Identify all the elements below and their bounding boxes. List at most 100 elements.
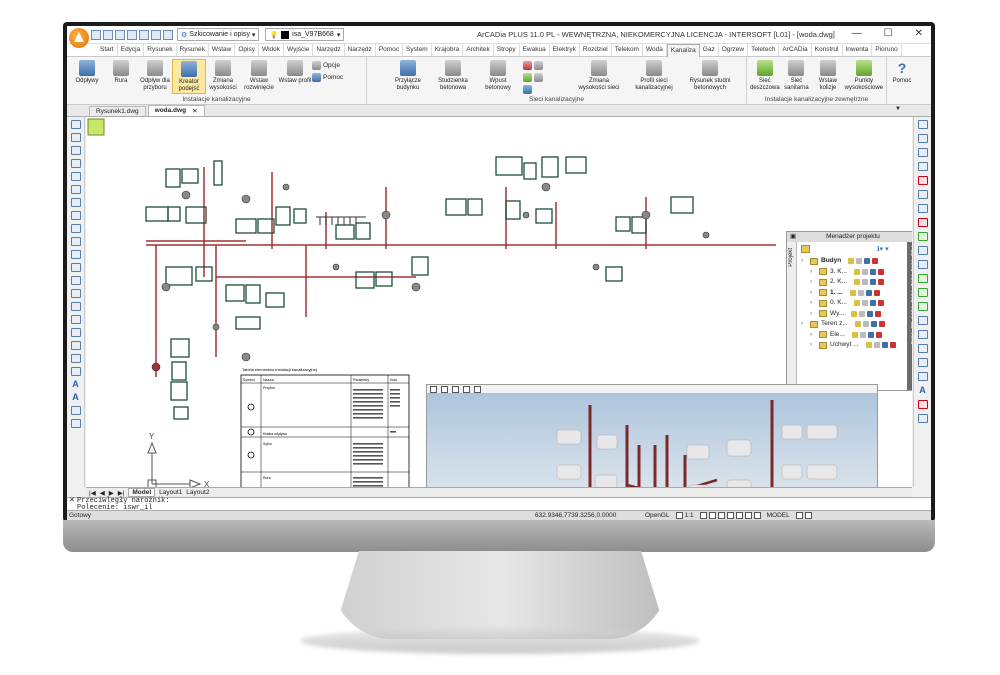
snap-icon[interactable]	[699, 512, 707, 519]
menu-tab-narzędz[interactable]: Narzędz	[313, 44, 345, 56]
panel-side-tab[interactable]: R...4	[909, 307, 912, 319]
panel-side-tab[interactable]: R...2	[909, 275, 912, 287]
rotate-tool-icon[interactable]	[917, 190, 928, 199]
match-props-tool-icon[interactable]	[917, 414, 928, 423]
tree-node[interactable]: › Uchwyt ...	[801, 340, 896, 351]
minimize-button[interactable]: —	[852, 28, 862, 39]
tree-node[interactable]: › 0. K...	[801, 298, 896, 309]
menu-tab-ogrzew[interactable]: Ogrzew	[719, 44, 749, 56]
text-tool-icon[interactable]: A	[71, 380, 81, 389]
polyline-tool-icon[interactable]	[70, 133, 81, 142]
menu-tab-wstaw[interactable]: Wstaw	[209, 44, 236, 56]
close-icon[interactable]: ✕	[69, 497, 75, 505]
save-as-icon[interactable]	[127, 29, 137, 40]
doc-tab-rysunek1[interactable]: Rysunek1.dwg	[89, 106, 146, 116]
menu-tab-woda[interactable]: Woda	[643, 44, 667, 56]
close-button[interactable]: ✕	[915, 28, 923, 39]
ellipse-tool-icon[interactable]	[70, 211, 81, 220]
visibility-toggles[interactable]	[851, 331, 882, 338]
info-dropdown-icon[interactable]: ℹ▾ ▾	[877, 245, 889, 253]
redo-icon[interactable]	[163, 29, 173, 40]
scale-readout[interactable]: 1:1	[685, 512, 694, 519]
line-tool-icon[interactable]	[70, 120, 81, 129]
expand-chevron-icon[interactable]: ›	[810, 298, 816, 309]
annotation-scale-icon[interactable]	[675, 512, 683, 519]
visibility-toggles[interactable]	[865, 342, 896, 349]
array-tool-icon[interactable]	[917, 162, 928, 171]
siec-deszczowa-button[interactable]: Sieć deszczowa	[750, 59, 780, 94]
app-logo[interactable]	[69, 27, 89, 48]
siec-sanitarna-button[interactable]: Sieć sanitarna	[782, 59, 811, 94]
trim-tool-icon[interactable]	[917, 232, 928, 241]
ortho-icon[interactable]	[717, 512, 725, 519]
tree-node[interactable]: › Budyn	[801, 256, 896, 267]
punkty-wysokosciowe-button[interactable]: Punkty wysokościowe	[845, 59, 883, 94]
boundary-tool-icon[interactable]	[70, 302, 81, 311]
visibility-toggles[interactable]	[853, 300, 884, 307]
rysunek-studni-button[interactable]: Rysunek studni betonowych	[685, 59, 735, 94]
przylacze-budynku-button[interactable]: Przyłącze budynku	[391, 59, 425, 94]
menu-tab-konstrul[interactable]: Konstrul	[812, 44, 843, 56]
panel-side-tab[interactable]: 3D	[909, 322, 912, 329]
circle-tool-icon[interactable]	[70, 185, 81, 194]
opcje-button[interactable]: Opcje	[312, 61, 343, 70]
region-tool-icon[interactable]	[70, 289, 81, 298]
edit-poly-tool-icon[interactable]	[917, 358, 928, 367]
expand-chevron-icon[interactable]: ›	[810, 309, 816, 320]
align-tool-icon[interactable]	[917, 330, 928, 339]
zmiana-wysokosci-button[interactable]: Zmiana wysokości	[206, 59, 240, 94]
otrack-icon[interactable]	[744, 512, 752, 519]
odplyw-dla-przyboru-button[interactable]: Odpływ dla przyboru	[138, 59, 172, 94]
point-tool-icon[interactable]	[70, 237, 81, 246]
delete-tool-icon[interactable]	[917, 176, 928, 185]
rectangle-tool-icon[interactable]	[70, 250, 81, 259]
pen-icon[interactable]	[534, 61, 543, 70]
tree-node[interactable]: › Ele...	[801, 330, 896, 341]
visibility-toggles[interactable]	[853, 279, 884, 286]
menu-tab-kanaliza[interactable]: Kanaliza	[666, 43, 700, 57]
multiline-tool-icon[interactable]	[70, 146, 81, 155]
pen-green-icon[interactable]	[523, 73, 532, 82]
studzienka-betonowa-button[interactable]: Studzienka betonowa	[433, 59, 473, 94]
odplywy-button[interactable]: Odpływy	[70, 59, 104, 94]
chamfer-tool-icon[interactable]	[917, 288, 928, 297]
menu-tab-narzędz[interactable]: Narzędz	[345, 44, 376, 56]
menu-tab-stropy[interactable]: Stropy	[494, 44, 520, 56]
tab-layout2[interactable]: Layout2	[186, 489, 209, 496]
new-file-icon[interactable]	[91, 29, 101, 40]
menu-tab-rysunek[interactable]: Rysunek	[144, 44, 177, 56]
tree-node[interactable]: › 2. K...	[801, 277, 896, 288]
expand-chevron-icon[interactable]: ›	[801, 256, 807, 267]
panel-side-tab[interactable]: R...3	[909, 291, 912, 303]
project-side-tab[interactable]: Projekt	[787, 242, 797, 390]
break-tool-icon[interactable]	[917, 260, 928, 269]
fillet-tool-icon[interactable]	[917, 302, 928, 311]
wipeout-tool-icon[interactable]	[70, 341, 81, 350]
menu-tab-telekom[interactable]: Telekom	[612, 44, 643, 56]
osnap-icon[interactable]	[735, 512, 743, 519]
edit-spline-tool-icon[interactable]	[917, 372, 928, 381]
3d-view-window[interactable]	[426, 384, 878, 487]
wpust-betonowy-button[interactable]: Wpust betonowy	[481, 59, 515, 94]
menu-tab-gaz[interactable]: Gaz	[700, 44, 719, 56]
kreator-podejsc-button[interactable]: Kreator podejść	[172, 59, 206, 94]
stretch-tool-icon[interactable]	[917, 218, 928, 227]
table-tool-icon[interactable]	[70, 367, 81, 376]
menu-tab-inwenta[interactable]: Inwenta	[843, 44, 873, 56]
wstaw-rozwiniecie-button[interactable]: Wstaw rozwinięcie	[240, 59, 278, 94]
tree-node[interactable]: › 3. K...	[801, 267, 896, 278]
panel-side-tab[interactable]: Pod	[909, 246, 912, 256]
fullscreen-icon[interactable]	[804, 512, 812, 519]
properties-tool-icon[interactable]	[917, 400, 928, 409]
visibility-toggles[interactable]	[853, 268, 884, 275]
extend-tool-icon[interactable]	[917, 246, 928, 255]
pomoc-button[interactable]: ? Pomoc	[890, 59, 914, 94]
tree-node[interactable]: › Teren z...	[801, 319, 896, 330]
menu-tab-start[interactable]: Start	[97, 44, 118, 56]
menu-tab-pioruno[interactable]: Pioruno	[872, 44, 902, 56]
menu-tab-widok[interactable]: Widok	[259, 44, 285, 56]
node-icon[interactable]	[523, 85, 532, 94]
expand-chevron-icon[interactable]: ›	[810, 288, 816, 299]
doc-tab-woda[interactable]: woda.dwg ✕	[147, 105, 205, 116]
pin-icon[interactable]: ▣	[790, 232, 796, 242]
